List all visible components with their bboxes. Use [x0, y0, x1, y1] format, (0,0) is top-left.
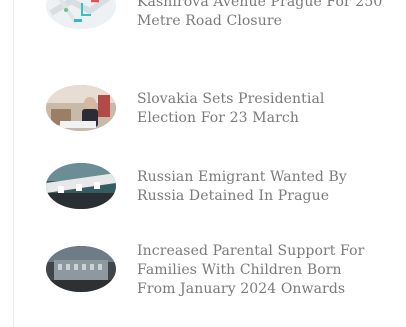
- news-item-title[interactable]: Slovakia Sets Presidential Election For …: [137, 90, 387, 128]
- office-people-thumbnail-icon[interactable]: [46, 85, 116, 131]
- title-line-1[interactable]: Slovakia Sets Presidential: [137, 90, 387, 109]
- news-list: Kashirová Avenue Prague For 250 Metre Ro…: [0, 0, 406, 327]
- title-line-1[interactable]: Kashirová Avenue Prague For 250: [137, 0, 387, 12]
- news-sidebar-page: Kashirová Avenue Prague For 250 Metre Ro…: [0, 0, 406, 327]
- news-item-road-closure[interactable]: Kashirová Avenue Prague For 250 Metre Ro…: [46, 0, 386, 43]
- title-line-2[interactable]: Election For 23 March: [137, 109, 387, 128]
- airport-thumbnail-icon[interactable]: [46, 163, 116, 209]
- map-thumbnail-icon[interactable]: [46, 0, 116, 29]
- title-line-2[interactable]: Russia Detained In Prague: [137, 187, 387, 206]
- news-item-title[interactable]: Increased Parental Support For Families …: [137, 242, 387, 299]
- news-item-slovakia-election[interactable]: Slovakia Sets Presidential Election For …: [46, 85, 386, 145]
- title-line-2[interactable]: Families With Children Born: [137, 261, 387, 280]
- title-line-1[interactable]: Increased Parental Support For: [137, 242, 387, 261]
- title-line-1[interactable]: Russian Emigrant Wanted By: [137, 168, 387, 187]
- news-item-russian-emigrant[interactable]: Russian Emigrant Wanted By Russia Detain…: [46, 163, 386, 223]
- building-thumbnail-icon[interactable]: [46, 246, 116, 292]
- title-line-2[interactable]: Metre Road Closure: [137, 12, 387, 31]
- news-item-parental-support[interactable]: Increased Parental Support For Families …: [46, 242, 386, 302]
- news-item-title[interactable]: Russian Emigrant Wanted By Russia Detain…: [137, 168, 387, 206]
- news-item-title[interactable]: Kashirová Avenue Prague For 250 Metre Ro…: [137, 0, 387, 31]
- title-line-3[interactable]: From January 2024 Onwards: [137, 280, 387, 299]
